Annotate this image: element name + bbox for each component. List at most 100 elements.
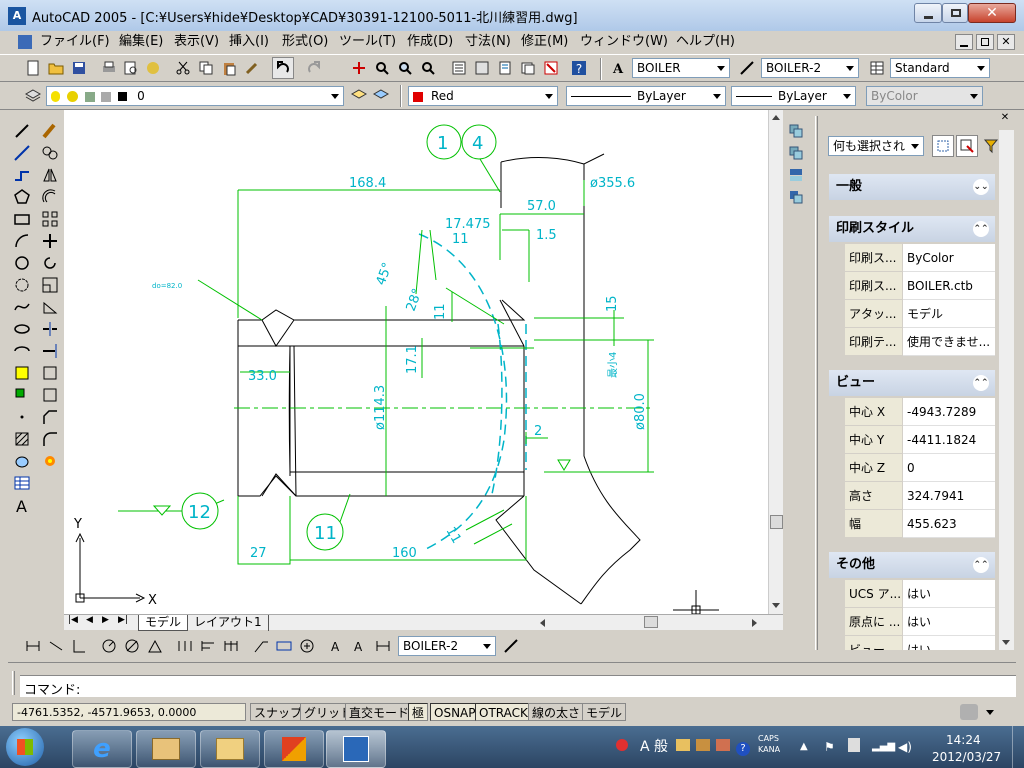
status-lineweight[interactable]: 線の太さ [528,703,585,721]
polyline-button[interactable] [8,164,36,186]
offset-button[interactable] [36,186,64,208]
mirror-button[interactable] [36,164,64,186]
ime-help-icon[interactable]: ? [736,738,750,756]
plot-button[interactable] [98,57,120,79]
rectangle-button[interactable] [8,208,36,230]
hatch-button[interactable] [8,428,36,450]
taskbar-explorer[interactable] [136,730,196,768]
palette-close-button[interactable]: ✕ [999,112,1011,124]
command-input[interactable]: コマンド: [20,675,1016,698]
menu-view[interactable]: 表示(V) [174,31,219,53]
plot-row[interactable]: 印刷ス... BOILER.ctb [845,272,995,300]
start-button[interactable] [6,728,44,766]
text-style-icon-button[interactable]: A [608,57,630,79]
toolpalette-button[interactable] [494,57,516,79]
app-icon[interactable]: A [8,7,26,25]
aligned-dim-button[interactable] [45,635,67,657]
redo-button[interactable] [303,57,325,79]
viewport-2-button[interactable] [785,142,807,164]
hscroll-thumb[interactable] [644,616,658,628]
minimize-button[interactable] [914,3,942,23]
view-row[interactable]: 幅 455.623 [845,510,995,538]
status-menu-arrow[interactable] [986,710,994,715]
tray-arrow-icon[interactable]: ▲ [800,738,808,756]
status-otrack[interactable]: OTRACK [475,703,532,721]
doc-minimize-button[interactable] [955,34,973,50]
menu-draw[interactable]: 作成(D) [407,31,453,53]
ordinate-dim-button[interactable] [68,635,90,657]
dim-style-combo[interactable]: BOILER-2 [761,58,859,78]
quick-select-button[interactable] [980,135,1002,157]
palette-scroll-down-arrow[interactable] [1002,640,1010,645]
scale-button[interactable] [36,274,64,296]
clock-time[interactable]: 14:24 [946,731,981,749]
designcenter-button[interactable] [471,57,493,79]
matchprop-button[interactable] [241,57,263,79]
status-ortho[interactable]: 直交モード [345,703,414,721]
open-button[interactable] [45,57,67,79]
ime-dict-icon[interactable] [696,738,710,756]
preview-button[interactable] [120,57,142,79]
taskbar-autocad[interactable] [326,730,386,768]
ime-tools-icon[interactable] [676,738,690,756]
clock-date[interactable]: 2012/03/27 [932,748,1001,766]
copy-button[interactable] [195,57,217,79]
dim-style-icon-button[interactable] [736,57,758,79]
leader-button[interactable] [250,635,272,657]
menu-window[interactable]: ウィンドウ(W) [580,31,668,53]
action-center-flag-icon[interactable]: ⚑ [824,738,835,756]
layer-combo[interactable]: 0 [46,86,344,106]
explode-button[interactable] [36,450,64,472]
misc-row[interactable]: UCS ア... はい [845,580,995,608]
section-misc[interactable]: その他 ⌃⌃ [829,552,995,578]
status-model[interactable]: モデル [582,703,627,721]
dimstyle-manager-button[interactable] [500,635,522,657]
text-style-combo[interactable]: BOILER [632,58,730,78]
angular-dim-button[interactable] [144,635,166,657]
erase-button[interactable] [36,120,64,142]
palette-grip[interactable] [815,116,818,650]
zoom-window-button[interactable] [394,57,416,79]
undo-button[interactable] [272,57,294,79]
plotstyle-combo[interactable]: ByColor [866,86,983,106]
taskbar-ie[interactable]: e [72,730,132,768]
linetype-combo[interactable]: ByLayer [566,86,726,106]
power-icon[interactable] [848,738,860,756]
network-signal-icon[interactable]: ▂▄▆ [872,738,895,756]
make-current-button[interactable] [348,85,370,107]
misc-row[interactable]: 原点に ... はい [845,608,995,636]
scroll-down-arrow[interactable] [772,603,780,608]
center-mark-button[interactable] [296,635,318,657]
doc-restore-button[interactable] [976,34,994,50]
menu-modify[interactable]: 修正(M) [521,31,568,53]
drawing-svg[interactable]: Y X 1 4 12 11 168.4 ø355.6 57.0 17.475 1… [64,110,768,614]
view-row[interactable]: 中心 X -4943.7289 [845,398,995,426]
menu-tools[interactable]: ツール(T) [339,31,396,53]
spline-button[interactable] [8,296,36,318]
dim-style-combo-bottom[interactable]: BOILER-2 [398,636,496,656]
menu-dimension[interactable]: 寸法(N) [465,31,511,53]
scroll-thumb[interactable] [770,515,783,529]
close-button[interactable]: ✕ [968,3,1016,23]
region-button[interactable] [8,450,36,472]
vertical-scrollbar[interactable] [768,110,783,614]
menu-format[interactable]: 形式(O) [282,31,328,53]
save-button[interactable] [68,57,90,79]
tab-first-arrow[interactable]: |◀ [68,615,78,625]
chamfer-button[interactable] [36,406,64,428]
doc-close-button[interactable]: ✕ [997,34,1015,50]
help-button[interactable]: ? [568,57,590,79]
revcloud-button[interactable] [8,274,36,296]
ime-indicator[interactable]: A 般 [640,738,668,756]
dimedit-button[interactable]: A [326,635,348,657]
move-button[interactable] [36,230,64,252]
status-osnap[interactable]: OSNAP [430,703,480,721]
status-snap[interactable]: スナップ [250,703,307,721]
multiline-text-button[interactable]: A [8,494,36,516]
construction-line-button[interactable] [8,142,36,164]
tolerance-button[interactable] [273,635,295,657]
circle-button[interactable] [8,252,36,274]
hscroll-right-arrow[interactable] [752,619,757,627]
selection-combo[interactable]: 何も選択され [828,136,924,156]
drawing-canvas[interactable]: Y X 1 4 12 11 168.4 ø355.6 57.0 17.475 1… [64,110,768,614]
